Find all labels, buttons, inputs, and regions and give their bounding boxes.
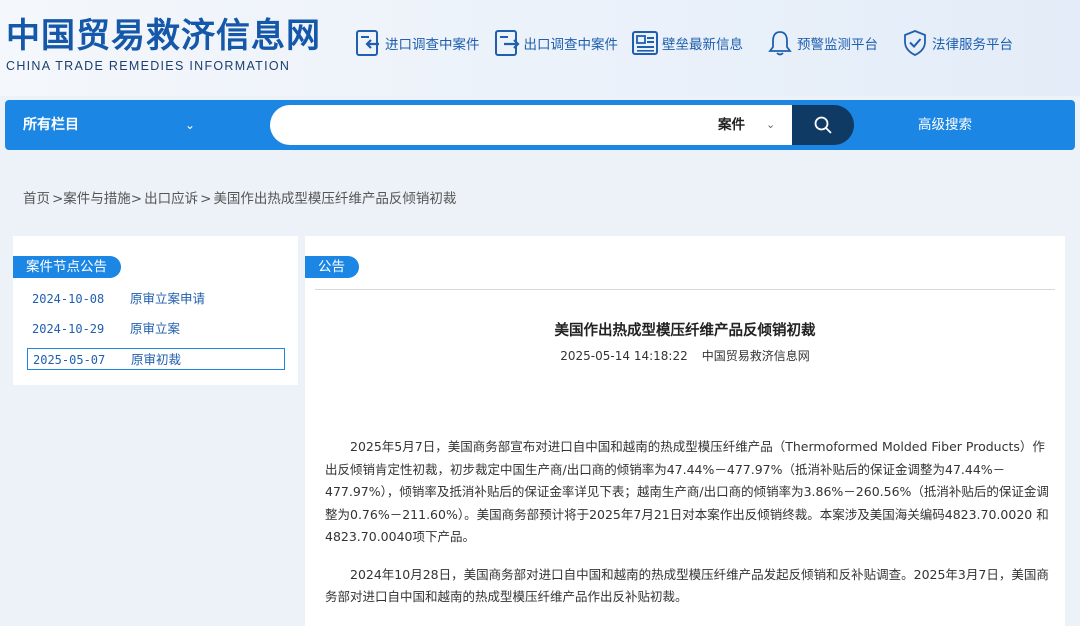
search-icon <box>814 116 832 134</box>
article-paragraph: 2024年10月28日，美国商务部对进口自中国和越南的热成型模压纤维产品发起反倾… <box>325 566 1049 605</box>
nav-export-cases[interactable]: 出口调查中案件 <box>492 26 619 60</box>
search-input[interactable] <box>290 105 700 145</box>
breadcrumb-separator: > <box>200 191 212 207</box>
nav-label: 预警监测平台 <box>797 37 878 53</box>
chevron-down-icon[interactable]: ⌄ <box>185 100 195 150</box>
barrier-news-icon <box>630 28 660 58</box>
nav-label: 出口调查中案件 <box>523 37 619 53</box>
search-button[interactable] <box>792 105 854 145</box>
shield-check-icon <box>900 28 930 58</box>
search-box: 案件 ⌄ <box>270 105 850 145</box>
nav-label: 壁垒最新信息 <box>662 37 743 53</box>
search-type-select[interactable]: 案件 <box>718 105 745 145</box>
breadcrumb-export[interactable]: 出口应诉 <box>144 191 198 207</box>
node-name: 原审立案 <box>130 321 181 336</box>
advanced-search-link[interactable]: 高级搜索 <box>918 100 972 150</box>
bell-icon <box>765 28 795 58</box>
export-case-icon <box>492 28 522 58</box>
article-meta: 2025-05-14 14:18:22 中国贸易救济信息网 <box>305 347 1065 364</box>
nav-import-cases[interactable]: 进口调查中案件 <box>353 26 480 60</box>
article-body: 2025年5月7日，美国商务部宣布对进口自中国和越南的热成型模压纤维产品（The… <box>325 436 1050 624</box>
site-logo-english: CHINA TRADE REMEDIES INFORMATION <box>6 59 291 73</box>
nav-legal-platform[interactable]: 法律服务平台 <box>900 26 1013 60</box>
list-item[interactable]: 2024-10-29 原审立案 <box>27 318 285 340</box>
article-datetime: 2025-05-14 14:18:22 <box>560 349 688 363</box>
node-date: 2024-10-29 <box>32 322 105 336</box>
nav-warning-platform[interactable]: 预警监测平台 <box>765 26 878 60</box>
node-list: 2024-10-08 原审立案申请 2024-10-29 原审立案 2025-05-… <box>27 288 285 378</box>
node-name: 原审初裁 <box>131 352 182 367</box>
node-date: 2024-10-08 <box>32 292 105 306</box>
breadcrumb-home[interactable]: 首页 <box>23 191 50 207</box>
breadcrumb-current: 美国作出热成型模压纤维产品反倾销初裁 <box>213 191 457 207</box>
all-columns-dropdown[interactable]: 所有栏目 <box>23 100 79 150</box>
divider <box>315 289 1055 290</box>
breadcrumb: 首页 >案件与措施> 出口应诉 > 美国作出热成型模压纤维产品反倾销初裁 <box>23 187 458 207</box>
top-navigation: 进口调查中案件 出口调查中案件 壁垒最新信息 预警监测平台 法律服务平台 <box>353 26 1013 60</box>
list-item[interactable]: 2024-10-08 原审立案申请 <box>27 288 285 310</box>
import-case-icon <box>353 28 383 58</box>
node-name: 原审立案申请 <box>130 291 206 306</box>
breadcrumb-cases[interactable]: >案件与措施> <box>52 191 142 207</box>
nav-barrier-news[interactable]: 壁垒最新信息 <box>630 26 743 60</box>
chevron-down-icon[interactable]: ⌄ <box>766 105 775 145</box>
case-node-panel: 案件节点公告 2024-10-08 原审立案申请 2024-10-29 原审立案 2… <box>13 236 298 385</box>
nav-label: 法律服务平台 <box>932 37 1013 53</box>
article-source: 中国贸易救济信息网 <box>701 349 810 363</box>
site-logo[interactable]: 中国贸易救济信息网 <box>6 16 321 56</box>
panel-title: 案件节点公告 <box>13 256 121 278</box>
node-date: 2025-05-07 <box>33 353 106 367</box>
list-item-selected[interactable]: 2025-05-07 原审初裁 <box>27 348 285 370</box>
announcement-tag: 公告 <box>305 256 359 278</box>
article-title: 美国作出热成型模压纤维产品反倾销初裁 <box>554 323 816 339</box>
search-bar: 所有栏目 ⌄ 案件 ⌄ 高级搜索 <box>5 100 1075 150</box>
nav-label: 进口调查中案件 <box>385 37 480 53</box>
article-paragraph: 2025年5月7日，美国商务部宣布对进口自中国和越南的热成型模压纤维产品（The… <box>325 439 1049 544</box>
announcement-panel: 公告 美国作出热成型模压纤维产品反倾销初裁 2025-05-14 14:18:2… <box>305 236 1065 626</box>
